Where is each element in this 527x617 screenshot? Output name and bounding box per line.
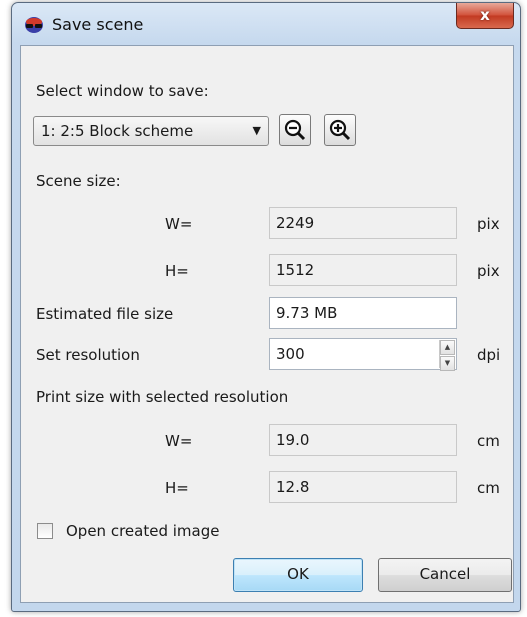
scene-height-label: H= [165, 262, 189, 280]
print-size-label: Print size with selected resolution [36, 388, 289, 406]
print-width-field: 19.0 [269, 424, 457, 456]
app-glasses-icon [24, 16, 44, 34]
print-width-unit: cm [477, 432, 500, 450]
scene-size-label: Scene size: [36, 172, 121, 190]
print-height-field: 12.8 [269, 471, 457, 503]
scene-height-field: 1512 [269, 254, 457, 286]
open-image-label[interactable]: Open created image [66, 522, 219, 540]
open-image-checkbox[interactable] [37, 523, 53, 539]
scene-width-unit: pix [477, 215, 500, 233]
print-width-label: W= [165, 432, 193, 450]
spin-down-icon[interactable]: ▼ [440, 356, 455, 371]
save-scene-dialog: Save scene x Select window to save: 1: 2… [11, 2, 521, 612]
zoom-out-button[interactable] [279, 114, 311, 146]
title-bar[interactable]: Save scene x [12, 3, 520, 45]
chevron-down-icon: ▼ [252, 124, 261, 137]
window-select-value: 1: 2:5 Block scheme [41, 122, 194, 140]
zoom-out-icon [284, 119, 306, 141]
zoom-in-icon [329, 119, 351, 141]
resolution-value: 300 [276, 345, 305, 363]
close-button[interactable]: x [456, 3, 514, 29]
dialog-body: Select window to save: 1: 2:5 Block sche… [20, 45, 514, 603]
scene-width-field: 2249 [269, 207, 457, 239]
window-select[interactable]: 1: 2:5 Block scheme ▼ [33, 116, 269, 146]
scene-width-label: W= [165, 215, 193, 233]
window-title: Save scene [52, 15, 144, 34]
resolution-spinner[interactable]: ▲ ▼ [439, 340, 455, 371]
print-height-unit: cm [477, 479, 500, 497]
estimated-file-size-field[interactable]: 9.73 MB [269, 297, 457, 329]
resolution-input[interactable]: 300 ▲ ▼ [269, 338, 457, 371]
spin-up-icon[interactable]: ▲ [440, 340, 455, 355]
estimated-file-size-label: Estimated file size [36, 305, 174, 323]
zoom-in-button[interactable] [324, 114, 356, 146]
print-height-label: H= [165, 479, 189, 497]
set-resolution-label: Set resolution [36, 346, 140, 364]
resolution-unit: dpi [477, 346, 501, 364]
scene-height-unit: pix [477, 262, 500, 280]
ok-button[interactable]: OK [233, 558, 363, 592]
cancel-button[interactable]: Cancel [378, 558, 512, 592]
select-window-label: Select window to save: [36, 82, 209, 100]
